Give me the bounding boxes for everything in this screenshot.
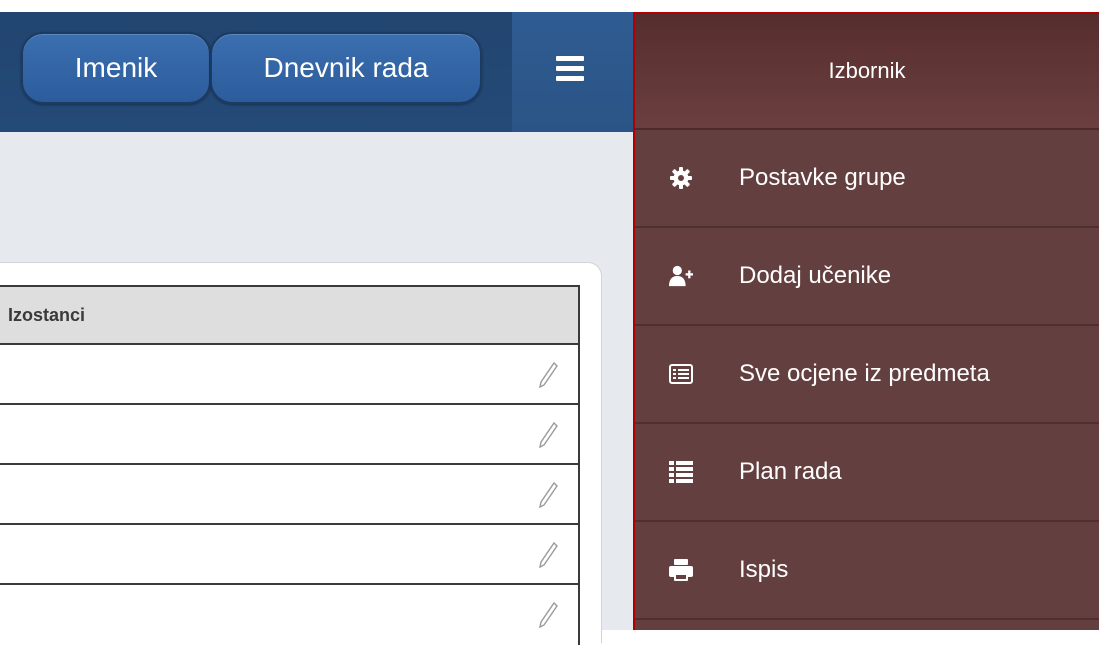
gear-icon [669, 166, 693, 190]
table-row [0, 525, 580, 585]
table-row [0, 585, 580, 645]
pencil-icon[interactable] [538, 540, 558, 568]
menu-item-ispis[interactable]: Ispis [635, 522, 1099, 620]
pencil-icon[interactable] [538, 360, 558, 388]
menu-item-label: Plan rada [739, 458, 842, 485]
print-icon [669, 558, 693, 582]
side-menu: Izbornik Postavke grupe Dodaj učenike Sv… [633, 12, 1099, 630]
pencil-icon[interactable] [538, 600, 558, 628]
table-row [0, 465, 580, 525]
add-user-icon [669, 264, 693, 288]
dnevnik-rada-button[interactable]: Dnevnik rada [210, 32, 482, 104]
list-icon [669, 460, 693, 484]
imenik-button[interactable]: Imenik [21, 32, 211, 104]
menu-item-sve-ocjene[interactable]: Sve ocjene iz predmeta [635, 326, 1099, 424]
menu-item-label: Ispis [739, 556, 789, 583]
hamburger-icon[interactable] [556, 56, 584, 82]
menu-item-label: Postavke grupe [739, 164, 906, 191]
table-row [0, 405, 580, 465]
menu-item-dodaj-ucenike[interactable]: Dodaj učenike [635, 228, 1099, 326]
column-header-izostanci: Izostanci [0, 285, 580, 345]
menu-item-label: Sve ocjene iz predmeta [739, 360, 990, 387]
menu-item-plan-rada[interactable]: Plan rada [635, 424, 1099, 522]
grades-icon [669, 362, 693, 386]
menu-item-label: Dodaj učenike [739, 262, 892, 289]
top-bar: Imenik Dnevnik rada [0, 12, 634, 132]
menu-item-postavke-grupe[interactable]: Postavke grupe [635, 130, 1099, 228]
pencil-icon[interactable] [538, 480, 558, 508]
pencil-icon[interactable] [538, 420, 558, 448]
table-row [0, 345, 580, 405]
absences-table: Izostanci [0, 285, 580, 645]
menu-title: Izbornik [635, 14, 1099, 130]
